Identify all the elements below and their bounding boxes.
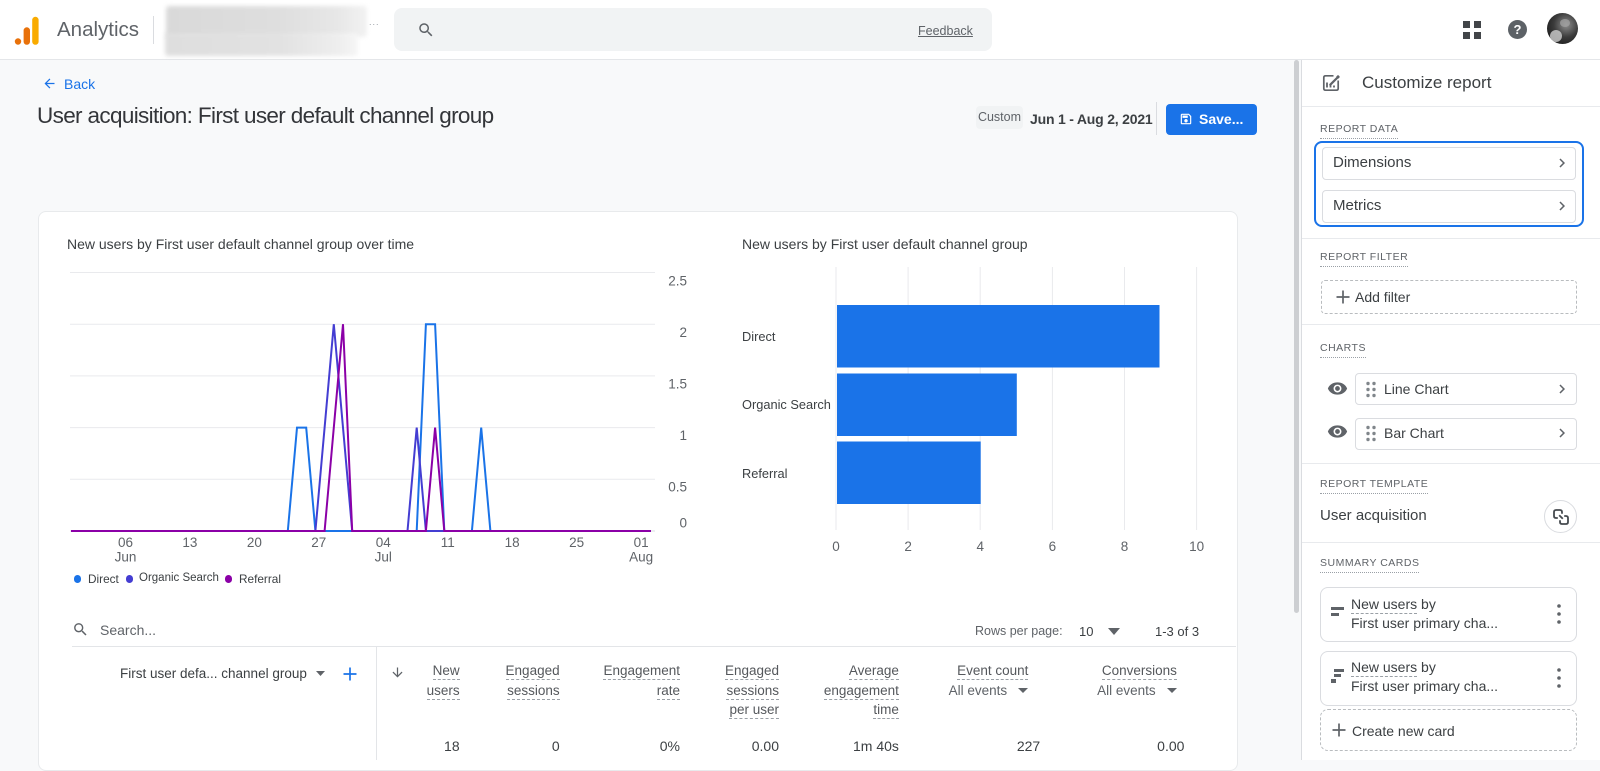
svg-text:04: 04: [376, 535, 392, 550]
svg-text:Referral: Referral: [742, 466, 788, 481]
svg-text:Organic Search: Organic Search: [742, 397, 831, 412]
svg-text:06: 06: [118, 535, 133, 550]
svg-text:2: 2: [904, 539, 912, 554]
svg-text:2.5: 2.5: [668, 274, 687, 289]
svg-text:Jun: Jun: [115, 550, 137, 565]
svg-text:Jul: Jul: [375, 550, 392, 565]
svg-text:11: 11: [441, 535, 455, 550]
svg-text:13: 13: [182, 535, 197, 550]
svg-text:1: 1: [679, 428, 687, 443]
svg-text:0: 0: [679, 516, 687, 531]
svg-text:6: 6: [1049, 539, 1057, 554]
svg-text:4: 4: [976, 539, 984, 554]
svg-text:20: 20: [247, 535, 262, 550]
svg-text:Aug: Aug: [629, 550, 653, 565]
svg-text:27: 27: [311, 535, 326, 550]
svg-text:2: 2: [679, 325, 687, 340]
svg-text:Direct: Direct: [742, 329, 776, 344]
svg-text:10: 10: [1189, 539, 1204, 554]
svg-text:0.5: 0.5: [668, 480, 687, 495]
svg-text:1.5: 1.5: [668, 377, 687, 392]
svg-text:25: 25: [569, 535, 584, 550]
svg-text:0: 0: [832, 539, 840, 554]
svg-text:18: 18: [505, 535, 520, 550]
svg-text:8: 8: [1121, 539, 1129, 554]
svg-text:01: 01: [634, 535, 649, 550]
